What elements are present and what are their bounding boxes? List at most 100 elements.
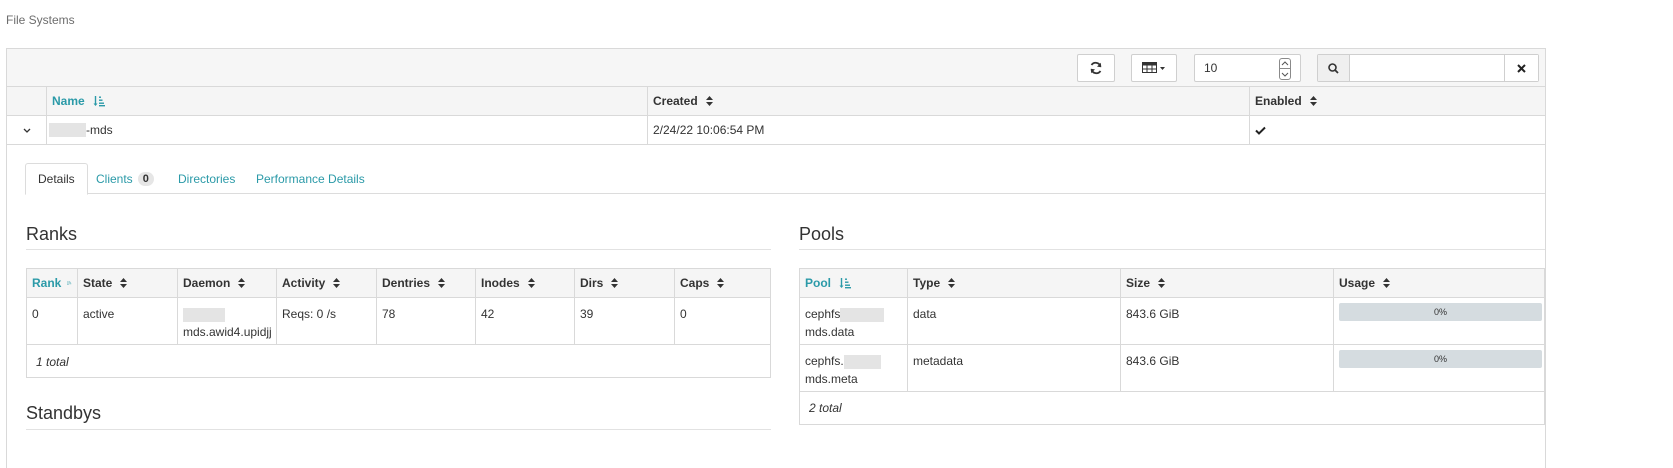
divider [799, 249, 1545, 250]
pools-table: Pool Type Size Usage cephfs mds.data dat… [799, 268, 1545, 425]
column-header-dirs[interactable]: Dirs [574, 269, 674, 297]
ranks-title: Ranks [26, 224, 78, 244]
column-header-dentries[interactable]: Dentries [376, 269, 475, 297]
pool-name-suffix: mds.meta [805, 372, 858, 386]
pools-header: Pool Type Size Usage [800, 269, 1544, 298]
refresh-button[interactable] [1077, 54, 1115, 82]
size-cell: 843.6 GiB [1120, 345, 1333, 391]
daemon-cell: mds.awid4.upidjj [177, 298, 276, 344]
activity-cell: Reqs: 0 /s [276, 298, 376, 344]
column-label: Size [1126, 276, 1151, 290]
column-header-inodes[interactable]: Inodes [475, 269, 574, 297]
column-label: Enabled [1255, 94, 1302, 108]
check-icon [1255, 126, 1266, 135]
tab-clients[interactable]: Clients 0 [84, 163, 166, 194]
filesystem-name: -mds [86, 123, 113, 137]
column-header-daemon[interactable]: Daemon [177, 269, 276, 297]
divider [26, 249, 771, 250]
table-footer-count: 2 total [809, 401, 842, 415]
page-size-stepper[interactable] [1279, 58, 1291, 80]
clients-count-badge: 0 [137, 171, 154, 186]
sort-icon [611, 278, 619, 288]
tab-label: Performance Details [256, 171, 365, 186]
table-row[interactable]: -mds 2/24/22 10:06:54 PM [7, 116, 1545, 145]
standbys-title: Standbys [26, 403, 102, 423]
column-header-usage[interactable]: Usage [1333, 269, 1544, 297]
column-header-created[interactable]: Created [647, 87, 1249, 115]
pool-name-cell: cephfs mds.data [800, 298, 907, 344]
column-header-size[interactable]: Size [1120, 269, 1333, 297]
filesystems-panel: 10 Name Created Enabled -mds 2/24/22 10:… [6, 48, 1546, 468]
page-size-input[interactable]: 10 [1194, 54, 1301, 82]
redacted-text [840, 307, 885, 322]
sort-icon [1158, 278, 1166, 288]
stepper-up-icon[interactable] [1280, 59, 1290, 69]
ranks-header: Rank State Daemon Activity Dentries Inod… [27, 269, 770, 298]
page-size-value: 10 [1204, 61, 1218, 75]
pools-title: Pools [799, 224, 845, 244]
table-footer-count: 1 total [36, 355, 69, 369]
dentries-cell: 78 [376, 298, 475, 344]
pool-name-prefix: cephfs [805, 307, 841, 321]
caps-cell: 0 [674, 298, 770, 344]
pool-name-prefix: cephfs. [805, 354, 844, 368]
clear-search-button[interactable] [1504, 55, 1538, 81]
sort-icon [1383, 278, 1391, 288]
stepper-down-icon[interactable] [1280, 69, 1290, 79]
column-header-name[interactable]: Name [46, 87, 647, 115]
inodes-cell: 42 [475, 298, 574, 344]
column-label: Daemon [183, 276, 231, 290]
dirs-cell: 39 [574, 298, 674, 344]
column-label: Caps [680, 276, 710, 290]
size-cell: 843.6 GiB [1120, 298, 1333, 344]
expand-column-header [7, 87, 46, 115]
tab-label: Clients [96, 171, 133, 186]
table-row[interactable]: cephfs. mds.meta metadata 843.6 GiB 0% [800, 345, 1544, 392]
column-header-type[interactable]: Type [907, 269, 1120, 297]
column-label: Name [52, 94, 85, 108]
tab-label: Directories [178, 171, 236, 186]
sort-icon [948, 278, 956, 288]
sort-icon [705, 96, 713, 106]
chevron-down-icon [23, 128, 30, 133]
sort-icon [527, 278, 535, 288]
column-header-rank[interactable]: Rank [27, 269, 77, 297]
tab-performance-details[interactable]: Performance Details [244, 163, 377, 194]
sort-icon [238, 278, 246, 288]
table-row[interactable]: 0 active mds.awid4.upidjj Reqs: 0 /s 78 … [27, 298, 770, 345]
daemon-name: mds.awid4.upidjj [183, 325, 272, 339]
pool-name-suffix: mds.data [805, 325, 855, 339]
redacted-text [183, 307, 225, 322]
table-row[interactable]: cephfs mds.data data 843.6 GiB 0% [800, 298, 1544, 345]
page-title: File Systems [6, 13, 75, 27]
column-header-pool[interactable]: Pool [800, 269, 907, 297]
ranks-table: Rank State Daemon Activity Dentries Inod… [26, 268, 771, 378]
column-header-enabled[interactable]: Enabled [1249, 87, 1547, 115]
rank-cell: 0 [32, 307, 39, 321]
sort-icon [120, 278, 128, 288]
tab-details[interactable]: Details [25, 163, 88, 195]
usage-label: 0% [1433, 307, 1447, 317]
usage-cell: 0% [1333, 345, 1544, 391]
sort-icon [717, 278, 725, 288]
column-header-caps[interactable]: Caps [674, 269, 770, 297]
column-label: Activity [282, 276, 326, 290]
type-cell: data [907, 298, 1120, 344]
column-label: Type [913, 276, 941, 290]
tab-directories[interactable]: Directories [166, 163, 247, 194]
column-label: Inodes [481, 276, 520, 290]
search-group [1317, 54, 1539, 82]
search-icon [1318, 55, 1350, 81]
column-header-activity[interactable]: Activity [276, 269, 376, 297]
state-cell: active [77, 298, 177, 344]
search-input[interactable] [1351, 55, 1504, 81]
type-cell: metadata [907, 345, 1120, 391]
sort-ascending-icon [93, 96, 105, 107]
row-expand-toggle[interactable] [7, 116, 46, 144]
column-header-state[interactable]: State [77, 269, 177, 297]
columns-toggle-button[interactable] [1131, 54, 1177, 82]
column-label: Pool [805, 276, 831, 290]
filesystem-name-cell: -mds [46, 116, 647, 144]
sort-ascending-icon [839, 278, 851, 289]
sort-icon [1309, 96, 1317, 106]
